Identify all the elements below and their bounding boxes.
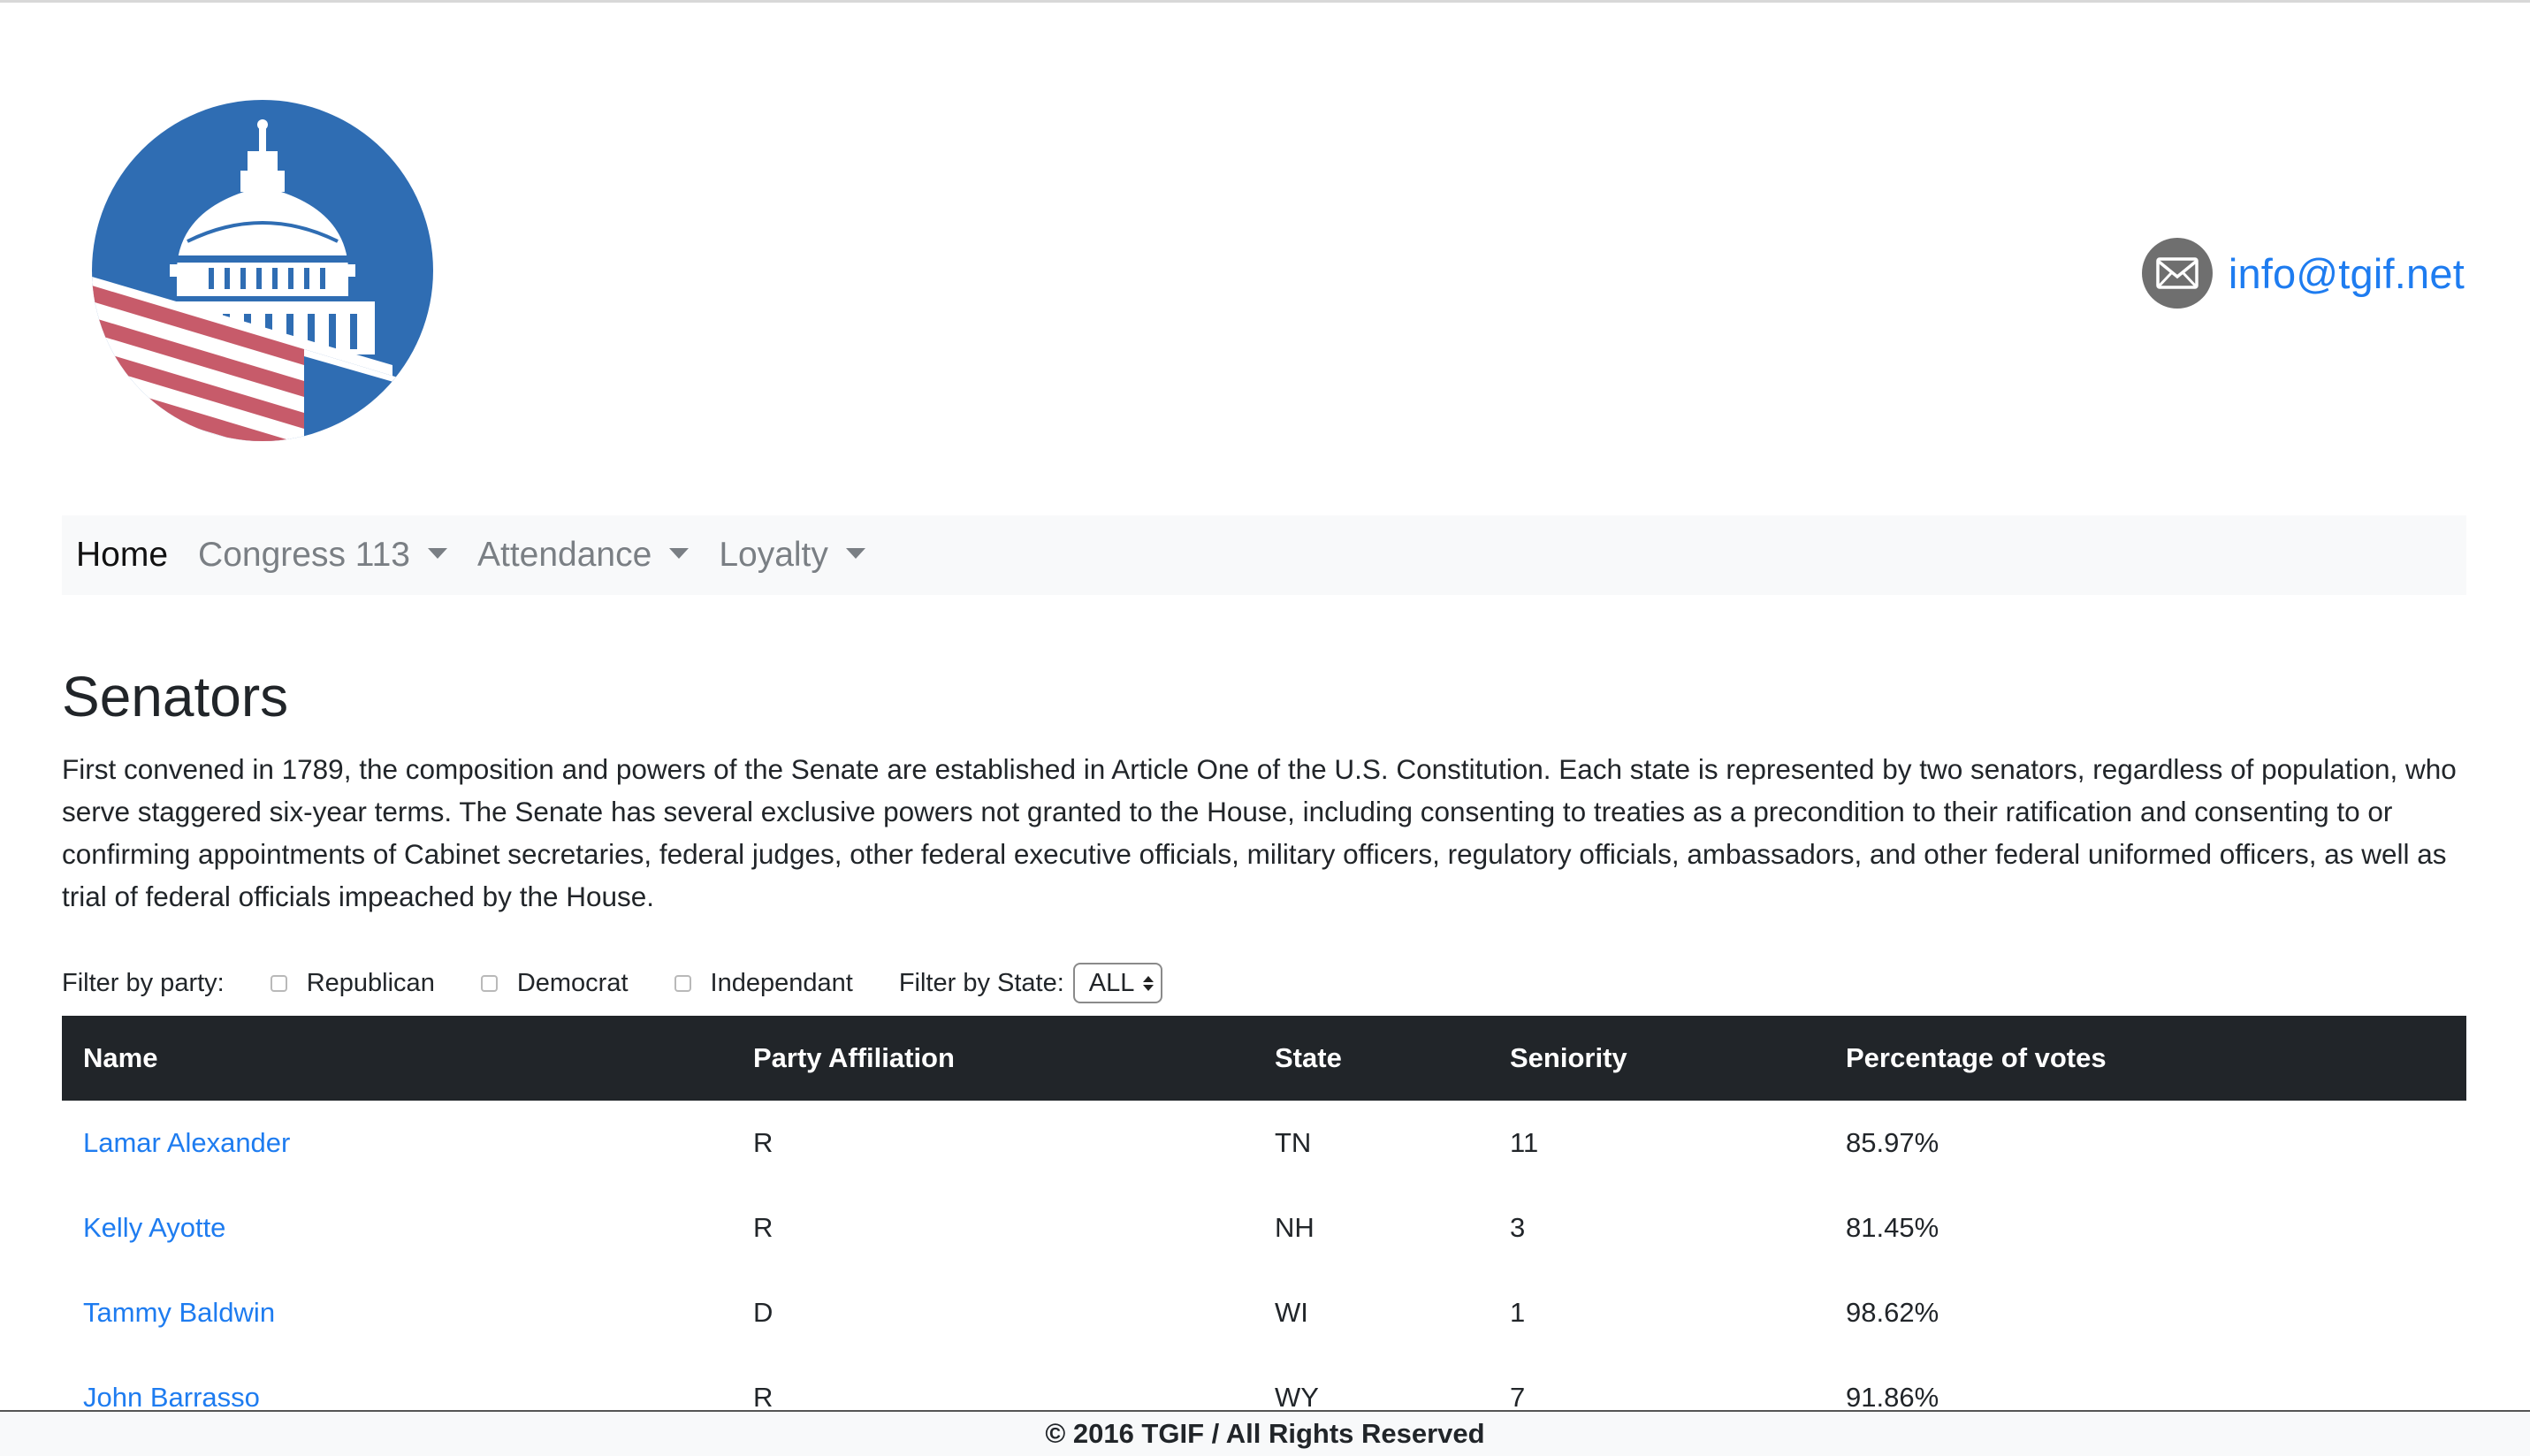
capitol-logo [92, 100, 433, 441]
senator-name-cell: Tammy Baldwin [62, 1270, 732, 1355]
senator-name-link[interactable]: Kelly Ayotte [83, 1212, 225, 1243]
state-select-value: ALL [1088, 968, 1135, 997]
table-row: Lamar Alexander R TN 11 85.97% [62, 1101, 2466, 1185]
votes-cell: 81.45% [1846, 1212, 1939, 1243]
main-navbar: Home Congress 113 Attendance Loyalty [62, 515, 2466, 595]
state-filter-label: Filter by State: [898, 968, 1064, 997]
senate-description: First convened in 1789, the composition … [62, 753, 2457, 912]
party-filter-label: Filter by party: [62, 968, 225, 997]
party-cell: R [753, 1212, 773, 1243]
independant-label: Independant [710, 968, 853, 997]
party-cell: D [753, 1297, 773, 1328]
contact-info: info@tgif.net [2141, 238, 2465, 309]
nav-home[interactable]: Home [76, 536, 168, 575]
state-cell: NH [1275, 1212, 1315, 1243]
independant-checkbox[interactable] [674, 974, 691, 992]
party-cell: R [753, 1127, 773, 1158]
votes-cell: 85.97% [1846, 1127, 1939, 1158]
state-select[interactable]: ALL [1072, 963, 1163, 1003]
nav-home-label: Home [76, 536, 169, 574]
democrat-checkbox[interactable] [480, 974, 498, 992]
column-header-votes: Percentage of votes [1825, 1016, 2466, 1101]
envelope-icon [2141, 238, 2213, 309]
column-header-party: Party Affiliation [732, 1016, 1254, 1101]
senator-name-link[interactable]: Tammy Baldwin [83, 1297, 275, 1328]
footer-copyright: © 2016 TGIF / All Rights Reserved [1045, 1418, 1485, 1449]
nav-congress-dropdown[interactable]: Congress 113 [198, 536, 447, 575]
democrat-label: Democrat [516, 968, 629, 997]
nav-attendance-dropdown[interactable]: Attendance [476, 536, 690, 575]
caret-down-icon [427, 548, 447, 559]
column-header-seniority: Seniority [1489, 1016, 1825, 1101]
state-cell: TN [1275, 1127, 1312, 1158]
table-row: Kelly Ayotte R NH 3 81.45% [62, 1185, 2466, 1270]
senator-name-cell: Kelly Ayotte [62, 1185, 732, 1270]
select-arrows-icon [1143, 975, 1155, 991]
column-header-name: Name [62, 1016, 732, 1101]
column-header-state: State [1254, 1016, 1489, 1101]
caret-down-icon [845, 548, 865, 559]
filter-independant[interactable]: Independant [674, 969, 853, 998]
senator-name-link[interactable]: John Barrasso [83, 1382, 260, 1413]
senator-name-cell: Lamar Alexander [62, 1101, 732, 1185]
page-footer: © 2016 TGIF / All Rights Reserved [0, 1410, 2530, 1456]
nav-congress-label: Congress 113 [198, 536, 410, 574]
state-cell: WI [1275, 1297, 1308, 1328]
caret-down-icon [669, 548, 690, 559]
filter-republican[interactable]: Republican [270, 968, 435, 998]
seniority-cell: 11 [1510, 1127, 1539, 1158]
table-row: Tammy Baldwin D WI 1 98.62% [62, 1270, 2466, 1355]
senators-table: Name Party Affiliation State Seniority P… [62, 1016, 2466, 1440]
nav-loyalty-label: Loyalty [719, 536, 828, 574]
seniority-cell: 1 [1510, 1297, 1526, 1328]
contact-email-link[interactable]: info@tgif.net [2229, 249, 2465, 298]
table-header-row: Name Party Affiliation State Seniority P… [62, 1016, 2466, 1101]
nav-loyalty-dropdown[interactable]: Loyalty [719, 536, 865, 575]
senator-name-link[interactable]: Lamar Alexander [83, 1127, 290, 1158]
seniority-cell: 3 [1510, 1212, 1526, 1243]
filter-bar: Filter by party: Republican Democrat Ind… [62, 961, 1163, 1005]
nav-attendance-label: Attendance [476, 536, 652, 574]
republican-checkbox[interactable] [270, 974, 287, 992]
votes-cell: 98.62% [1846, 1297, 1939, 1328]
republican-label: Republican [306, 968, 435, 997]
filter-democrat[interactable]: Democrat [480, 968, 629, 998]
page-title: Senators [62, 665, 289, 728]
